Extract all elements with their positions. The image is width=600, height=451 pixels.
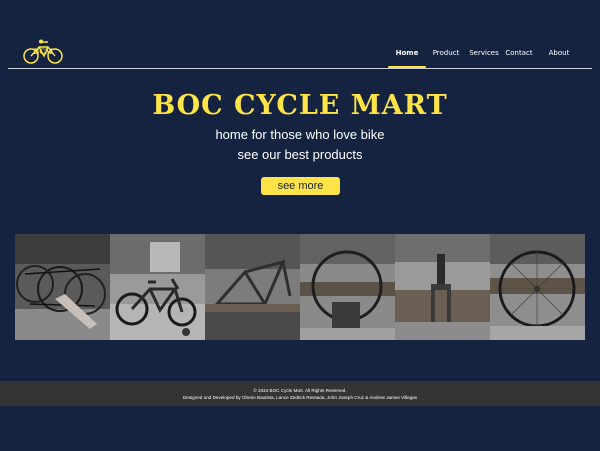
see-more-button[interactable]: see more [261,177,340,195]
top-navbar: BCM Home Product Services Contact About [8,30,592,69]
logo-letters: BCM [33,47,53,56]
footer-copyright: © 2024 BOC Cycle Mart. All Rights Reserv… [253,388,347,393]
nav-about[interactable]: About [548,46,570,68]
product-gallery [15,234,585,340]
page-footer: © 2024 BOC Cycle Mart. All Rights Reserv… [0,381,600,406]
nav-product[interactable]: Product [432,46,460,68]
footer-credits: Designed and Developed by Gherio Bautist… [182,395,418,400]
hero-title: BOC CYCLE MART [152,90,448,121]
hero-subtagline: see our best products [237,147,363,162]
nav-contact[interactable]: Contact [505,46,533,68]
bike-rim-photo[interactable] [300,234,395,340]
bicycle-rider-logo-icon[interactable]: BCM [22,39,64,65]
nav-home[interactable]: Home [388,46,426,68]
kids-bicycle-photo[interactable] [110,234,205,340]
nav-services[interactable]: Services [469,46,499,68]
hero-tagline: home for those who love bike [215,127,385,142]
main-nav: Home Product Services Contact About [388,46,592,68]
spoked-wheel-photo[interactable] [490,234,585,340]
suspension-fork-photo[interactable] [395,234,490,340]
bike-rack-photo[interactable] [15,234,110,340]
bike-frame-photo[interactable] [205,234,300,340]
